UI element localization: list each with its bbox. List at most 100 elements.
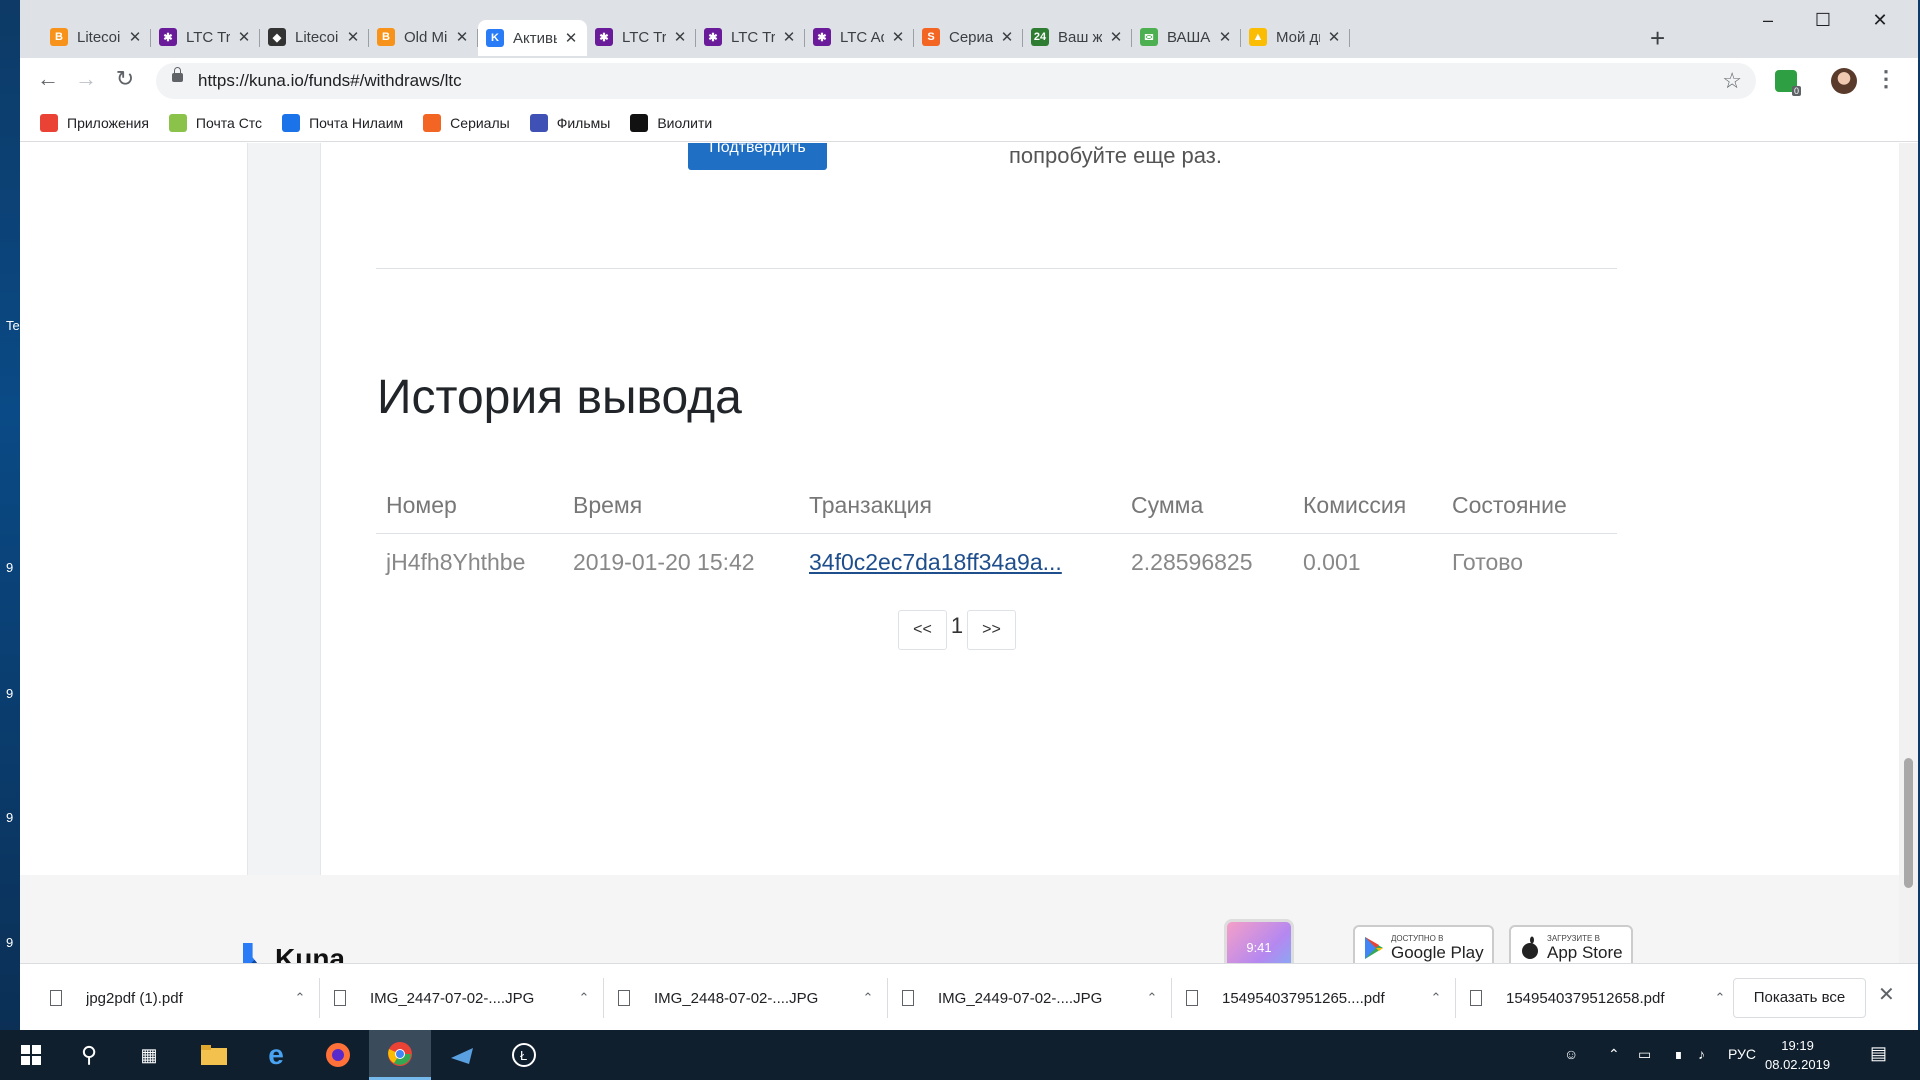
tab-close-icon[interactable]: ✕ (781, 28, 797, 46)
bookmark-star-icon[interactable]: ☆ (1722, 68, 1742, 94)
download-filename: jpg2pdf (1).pdf (86, 989, 183, 1007)
internet-explorer-icon[interactable]: e (245, 1030, 307, 1080)
menu-icon[interactable]: ⋮ (1875, 66, 1897, 92)
download-item[interactable]: 154954037951265....pdf ⌃ (1176, 978, 1456, 1018)
current-page[interactable]: 1 (947, 613, 967, 639)
browser-tab[interactable]: ✱ LTC Tran ✕ (587, 20, 696, 54)
volume-icon[interactable]: ♪ (1698, 1046, 1705, 1062)
language-indicator[interactable]: РУС (1728, 1046, 1756, 1062)
tab-close-icon[interactable]: ✕ (345, 28, 361, 46)
browser-tab[interactable]: ✉ ВАША Г ✕ (1132, 20, 1241, 54)
retry-message: попробуйте еще раз. (1009, 143, 1222, 168)
tab-close-icon[interactable]: ✕ (999, 28, 1015, 46)
download-menu-icon[interactable]: ⌃ (858, 990, 878, 1006)
download-menu-icon[interactable]: ⌃ (1426, 990, 1446, 1006)
bookmark-icon (423, 113, 442, 132)
maximize-icon[interactable]: ☐ (1808, 10, 1838, 31)
google-play-button[interactable]: ДОСТУПНО В Google Play (1353, 925, 1494, 963)
new-tab-button[interactable]: + (1650, 23, 1665, 54)
forward-icon[interactable]: → (72, 66, 100, 92)
tab-close-icon[interactable]: ✕ (454, 28, 470, 46)
browser-tab[interactable]: ✱ LTC Add ✕ (805, 20, 914, 54)
browser-tab[interactable]: K Активы ✕ (478, 20, 587, 56)
profile-avatar[interactable] (1831, 68, 1857, 94)
download-menu-icon[interactable]: ⌃ (574, 990, 594, 1006)
minimize-icon[interactable]: – (1753, 10, 1783, 31)
bookmark-item[interactable]: Почта Стс (168, 113, 263, 132)
bookmark-item[interactable]: Почта Нилаим (282, 113, 403, 132)
file-icon (1470, 990, 1482, 1006)
tab-close-icon[interactable]: ✕ (127, 28, 143, 46)
tab-close-icon[interactable]: ✕ (1108, 28, 1124, 46)
download-item[interactable]: IMG_2449-07-02-....JPG ⌃ (892, 978, 1172, 1018)
tab-title: Old Min (404, 28, 448, 46)
extension-icon[interactable]: 0 (1775, 70, 1801, 96)
confirm-button[interactable]: Подтвердить (688, 143, 827, 170)
tab-title: Litecoin (295, 28, 339, 46)
pagination: << 1 >> (898, 610, 1016, 650)
window-close-icon[interactable]: ✕ (1865, 10, 1895, 31)
reload-icon[interactable]: ↻ (111, 66, 139, 92)
download-menu-icon[interactable]: ⌃ (290, 990, 310, 1006)
browser-tab[interactable]: B Litecoin ✕ (42, 20, 151, 54)
notifications-icon[interactable]: ▤ (1870, 1043, 1887, 1064)
download-menu-icon[interactable]: ⌃ (1142, 990, 1162, 1006)
download-item[interactable]: IMG_2447-07-02-....JPG ⌃ (324, 978, 604, 1018)
bookmark-item[interactable]: Сериалы (423, 113, 510, 132)
tray-chevron-icon[interactable]: ⌃ (1608, 1046, 1620, 1063)
close-downloads-icon[interactable]: ✕ (1878, 982, 1895, 1007)
show-all-downloads-button[interactable]: Показать все (1733, 978, 1866, 1018)
next-page-button[interactable]: >> (967, 610, 1016, 650)
address-bar[interactable]: https://kuna.io/funds#/withdraws/ltc ☆ (156, 63, 1756, 99)
scrollbar-thumb[interactable] (1904, 758, 1913, 888)
download-item[interactable]: jpg2pdf (1).pdf ⌃ (40, 978, 320, 1018)
browser-tab[interactable]: ✱ LTC Tran ✕ (151, 20, 260, 54)
people-icon[interactable]: ☺ (1564, 1046, 1578, 1062)
desktop-edge: Te 9 9 9 9 (0, 0, 20, 1030)
battery-icon[interactable]: ▭ (1638, 1046, 1651, 1063)
clock[interactable]: 19:19 08.02.2019 (1765, 1036, 1830, 1074)
bookmark-label: Почта Стс (195, 114, 263, 131)
browser-tab[interactable]: B Old Min ✕ (369, 20, 478, 54)
app-store-button[interactable]: Загрузите в App Store (1509, 925, 1633, 963)
vertical-scrollbar[interactable] (1899, 143, 1918, 963)
download-filename: 1549540379512658.pdf (1506, 989, 1665, 1007)
kuna-brand-text: Kuna (275, 943, 345, 963)
download-menu-icon[interactable]: ⌃ (1710, 990, 1730, 1006)
browser-tab[interactable]: ◆ Litecoin ✕ (260, 20, 369, 54)
browser-tab[interactable]: ✱ LTC Tran ✕ (696, 20, 805, 54)
litecoin-taskbar-icon[interactable]: Ł (493, 1030, 555, 1080)
windows-start-icon[interactable] (0, 1030, 62, 1080)
prev-page-button[interactable]: << (898, 610, 947, 650)
chrome-taskbar-icon[interactable] (369, 1030, 431, 1080)
google-play-small: ДОСТУПНО В (1391, 933, 1444, 943)
tab-close-icon[interactable]: ✕ (1326, 28, 1342, 46)
tab-close-icon[interactable]: ✕ (563, 29, 579, 47)
wifi-icon[interactable]: ∎ (1674, 1046, 1683, 1063)
tab-close-icon[interactable]: ✕ (890, 28, 906, 46)
tab-close-icon[interactable]: ✕ (236, 28, 252, 46)
app-taskbar-icon[interactable] (431, 1030, 493, 1080)
page-content: Подтвердить попробуйте еще раз. История … (20, 143, 1918, 963)
browser-tab[interactable]: 24 Ваш жи ✕ (1023, 20, 1132, 54)
file-explorer-icon[interactable] (183, 1030, 245, 1080)
tab-favicon-icon: ✱ (595, 28, 613, 46)
browser-tab[interactable]: S Сериал ✕ (914, 20, 1023, 54)
task-view-icon[interactable]: ▦ (118, 1030, 180, 1080)
search-icon[interactable]: ⚲ (58, 1030, 120, 1080)
bookmark-item[interactable]: Виолити (630, 113, 712, 132)
download-item[interactable]: 1549540379512658.pdf ⌃ (1460, 978, 1740, 1018)
kuna-logo[interactable]: Kuna (243, 943, 345, 963)
back-icon[interactable]: ← (34, 66, 62, 92)
download-item[interactable]: IMG_2448-07-02-....JPG ⌃ (608, 978, 888, 1018)
url-text[interactable]: https://kuna.io/funds#/withdraws/ltc (198, 71, 462, 91)
download-filename: IMG_2448-07-02-....JPG (654, 989, 819, 1007)
transaction-link[interactable]: 34f0c2ec7da18ff34a9a... (809, 549, 1062, 575)
bookmark-item[interactable]: Приложения (40, 113, 149, 132)
bookmark-label: Сериалы (450, 114, 510, 131)
tab-close-icon[interactable]: ✕ (1217, 28, 1233, 46)
bookmark-item[interactable]: Фильмы (529, 113, 610, 132)
browser-tab[interactable]: ▲ Мой ди ✕ (1241, 20, 1350, 54)
tab-close-icon[interactable]: ✕ (672, 28, 688, 46)
firefox-icon[interactable] (307, 1030, 369, 1080)
